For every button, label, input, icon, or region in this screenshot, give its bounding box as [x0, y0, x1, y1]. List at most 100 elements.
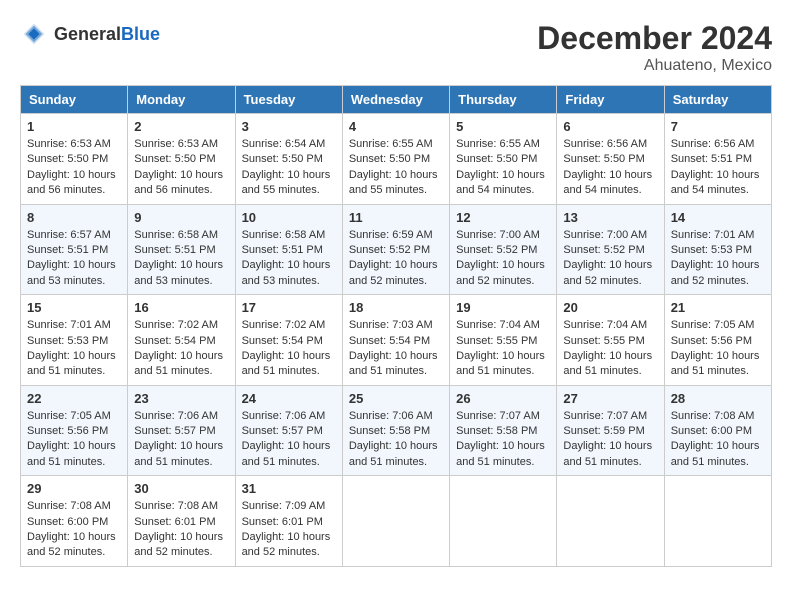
- day-number: 28: [671, 391, 765, 406]
- daylight-text: Daylight: 10 hours and 51 minutes.: [349, 439, 443, 470]
- sunset-text: Sunset: 5:53 PM: [671, 243, 765, 258]
- sunrise-text: Sunrise: 6:59 AM: [349, 228, 443, 243]
- sunset-text: Sunset: 5:50 PM: [563, 152, 657, 167]
- day-number: 3: [242, 119, 336, 134]
- month-title: December 2024: [537, 20, 772, 57]
- daylight-text: Daylight: 10 hours and 52 minutes.: [563, 258, 657, 289]
- daylight-text: Daylight: 10 hours and 53 minutes.: [242, 258, 336, 289]
- day-number: 20: [563, 300, 657, 315]
- day-info: Sunrise: 7:06 AMSunset: 5:57 PMDaylight:…: [242, 409, 336, 471]
- day-info: Sunrise: 7:07 AMSunset: 5:58 PMDaylight:…: [456, 409, 550, 471]
- day-number: 1: [27, 119, 121, 134]
- sunset-text: Sunset: 5:55 PM: [456, 334, 550, 349]
- daylight-text: Daylight: 10 hours and 51 minutes.: [671, 349, 765, 380]
- daylight-text: Daylight: 10 hours and 51 minutes.: [27, 349, 121, 380]
- daylight-text: Daylight: 10 hours and 52 minutes.: [242, 530, 336, 561]
- table-row: 18Sunrise: 7:03 AMSunset: 5:54 PMDayligh…: [342, 295, 449, 386]
- title-area: December 2024 Ahuateno, Mexico: [537, 20, 772, 75]
- location-title: Ahuateno, Mexico: [537, 57, 772, 75]
- day-number: 17: [242, 300, 336, 315]
- header-sunday: Sunday: [21, 86, 128, 114]
- sunrise-text: Sunrise: 7:04 AM: [563, 318, 657, 333]
- table-row: 13Sunrise: 7:00 AMSunset: 5:52 PMDayligh…: [557, 204, 664, 295]
- day-info: Sunrise: 6:55 AMSunset: 5:50 PMDaylight:…: [349, 137, 443, 199]
- day-number: 10: [242, 210, 336, 225]
- sunrise-text: Sunrise: 6:56 AM: [563, 137, 657, 152]
- sunset-text: Sunset: 6:00 PM: [671, 424, 765, 439]
- day-number: 21: [671, 300, 765, 315]
- day-info: Sunrise: 6:56 AMSunset: 5:50 PMDaylight:…: [563, 137, 657, 199]
- sunrise-text: Sunrise: 7:00 AM: [456, 228, 550, 243]
- daylight-text: Daylight: 10 hours and 52 minutes.: [27, 530, 121, 561]
- sunrise-text: Sunrise: 7:05 AM: [671, 318, 765, 333]
- day-number: 26: [456, 391, 550, 406]
- sunrise-text: Sunrise: 7:07 AM: [563, 409, 657, 424]
- table-row: 3 Sunrise: 6:54 AMSunset: 5:50 PMDaylight…: [235, 114, 342, 205]
- sunrise-text: Sunrise: 7:08 AM: [27, 499, 121, 514]
- daylight-text: Daylight: 10 hours and 56 minutes.: [27, 168, 121, 199]
- daylight-text: Daylight: 10 hours and 51 minutes.: [27, 439, 121, 470]
- sunset-text: Sunset: 5:50 PM: [349, 152, 443, 167]
- day-info: Sunrise: 7:08 AMSunset: 6:01 PMDaylight:…: [134, 499, 228, 561]
- sunset-text: Sunset: 5:51 PM: [27, 243, 121, 258]
- day-info: Sunrise: 7:09 AMSunset: 6:01 PMDaylight:…: [242, 499, 336, 561]
- sunset-text: Sunset: 5:51 PM: [671, 152, 765, 167]
- sunrise-text: Sunrise: 7:08 AM: [134, 499, 228, 514]
- day-info: Sunrise: 7:06 AMSunset: 5:57 PMDaylight:…: [134, 409, 228, 471]
- daylight-text: Daylight: 10 hours and 51 minutes.: [456, 439, 550, 470]
- day-number: 12: [456, 210, 550, 225]
- sunset-text: Sunset: 5:50 PM: [27, 152, 121, 167]
- table-row: 10Sunrise: 6:58 AMSunset: 5:51 PMDayligh…: [235, 204, 342, 295]
- sunrise-text: Sunrise: 7:06 AM: [242, 409, 336, 424]
- table-row: 25Sunrise: 7:06 AMSunset: 5:58 PMDayligh…: [342, 385, 449, 476]
- day-info: Sunrise: 6:54 AMSunset: 5:50 PMDaylight:…: [242, 137, 336, 199]
- logo-icon: [20, 20, 48, 48]
- daylight-text: Daylight: 10 hours and 51 minutes.: [456, 349, 550, 380]
- day-info: Sunrise: 7:00 AMSunset: 5:52 PMDaylight:…: [456, 228, 550, 290]
- daylight-text: Daylight: 10 hours and 55 minutes.: [349, 168, 443, 199]
- sunset-text: Sunset: 5:54 PM: [349, 334, 443, 349]
- daylight-text: Daylight: 10 hours and 54 minutes.: [563, 168, 657, 199]
- sunrise-text: Sunrise: 7:02 AM: [242, 318, 336, 333]
- day-info: Sunrise: 7:07 AMSunset: 5:59 PMDaylight:…: [563, 409, 657, 471]
- daylight-text: Daylight: 10 hours and 54 minutes.: [671, 168, 765, 199]
- daylight-text: Daylight: 10 hours and 51 minutes.: [563, 439, 657, 470]
- sunrise-text: Sunrise: 6:57 AM: [27, 228, 121, 243]
- daylight-text: Daylight: 10 hours and 56 minutes.: [134, 168, 228, 199]
- day-info: Sunrise: 6:58 AMSunset: 5:51 PMDaylight:…: [134, 228, 228, 290]
- table-row: [664, 476, 771, 567]
- sunrise-text: Sunrise: 7:06 AM: [349, 409, 443, 424]
- day-info: Sunrise: 7:02 AMSunset: 5:54 PMDaylight:…: [242, 318, 336, 380]
- sunrise-text: Sunrise: 7:09 AM: [242, 499, 336, 514]
- table-row: 6 Sunrise: 6:56 AMSunset: 5:50 PMDaylight…: [557, 114, 664, 205]
- day-info: Sunrise: 6:56 AMSunset: 5:51 PMDaylight:…: [671, 137, 765, 199]
- sunset-text: Sunset: 6:00 PM: [27, 515, 121, 530]
- day-info: Sunrise: 7:00 AMSunset: 5:52 PMDaylight:…: [563, 228, 657, 290]
- calendar-row: 1Sunrise: 6:53 AMSunset: 5:50 PMDaylight…: [21, 114, 772, 205]
- sunset-text: Sunset: 6:01 PM: [242, 515, 336, 530]
- table-row: 21 Sunrise: 7:05 AMSunset: 5:56 PMDayligh…: [664, 295, 771, 386]
- calendar-table: Sunday Monday Tuesday Wednesday Thursday…: [20, 85, 772, 567]
- daylight-text: Daylight: 10 hours and 51 minutes.: [563, 349, 657, 380]
- sunset-text: Sunset: 5:54 PM: [134, 334, 228, 349]
- sunrise-text: Sunrise: 7:03 AM: [349, 318, 443, 333]
- sunrise-text: Sunrise: 7:05 AM: [27, 409, 121, 424]
- daylight-text: Daylight: 10 hours and 51 minutes.: [242, 439, 336, 470]
- sunset-text: Sunset: 5:56 PM: [671, 334, 765, 349]
- daylight-text: Daylight: 10 hours and 51 minutes.: [134, 439, 228, 470]
- sunset-text: Sunset: 5:51 PM: [134, 243, 228, 258]
- day-info: Sunrise: 7:08 AMSunset: 6:00 PMDaylight:…: [671, 409, 765, 471]
- day-number: 6: [563, 119, 657, 134]
- day-info: Sunrise: 6:59 AMSunset: 5:52 PMDaylight:…: [349, 228, 443, 290]
- daylight-text: Daylight: 10 hours and 52 minutes.: [134, 530, 228, 561]
- daylight-text: Daylight: 10 hours and 53 minutes.: [27, 258, 121, 289]
- day-number: 23: [134, 391, 228, 406]
- table-row: 1Sunrise: 6:53 AMSunset: 5:50 PMDaylight…: [21, 114, 128, 205]
- sunrise-text: Sunrise: 7:02 AM: [134, 318, 228, 333]
- day-number: 4: [349, 119, 443, 134]
- day-number: 2: [134, 119, 228, 134]
- table-row: 2Sunrise: 6:53 AMSunset: 5:50 PMDaylight…: [128, 114, 235, 205]
- daylight-text: Daylight: 10 hours and 52 minutes.: [456, 258, 550, 289]
- logo: GeneralBlue: [20, 20, 160, 48]
- daylight-text: Daylight: 10 hours and 53 minutes.: [134, 258, 228, 289]
